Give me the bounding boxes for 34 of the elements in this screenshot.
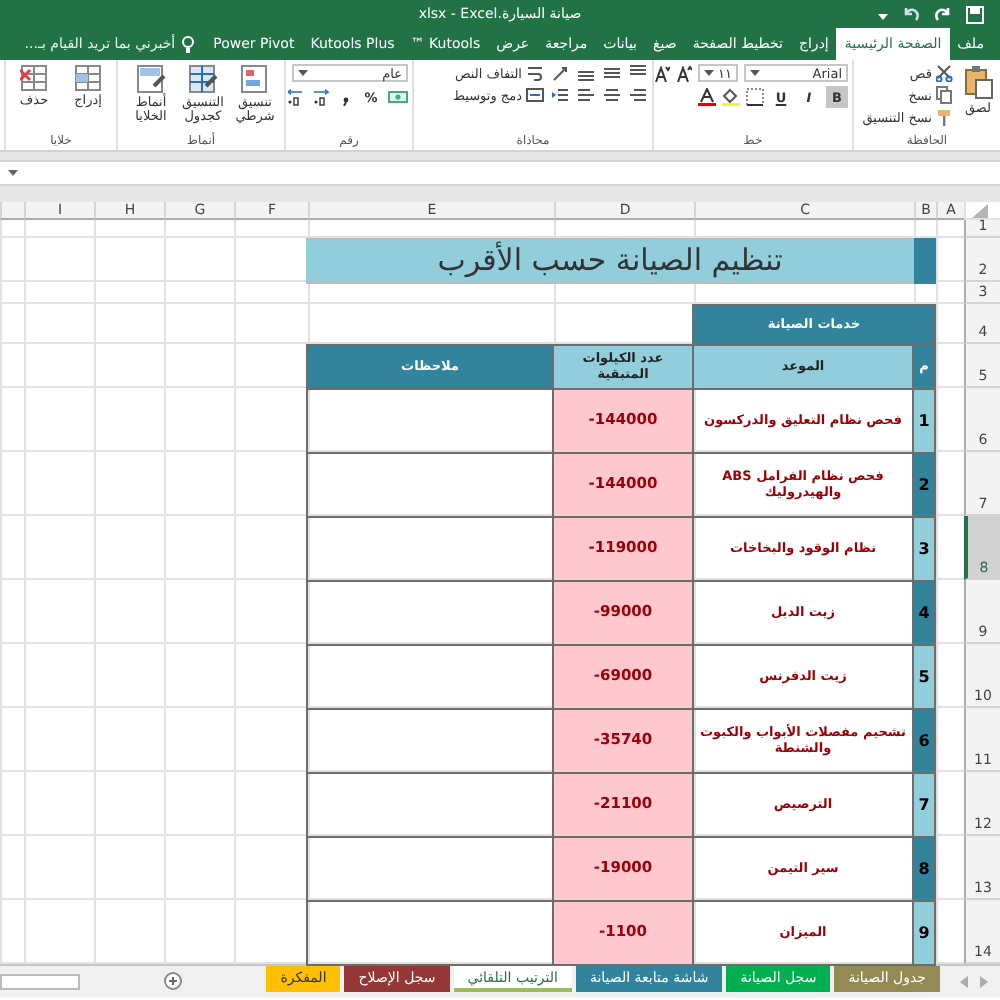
- fill-color-icon[interactable]: [722, 88, 740, 106]
- redo-icon[interactable]: [934, 5, 952, 23]
- align-middle-icon[interactable]: [602, 64, 622, 82]
- copy-icon: [936, 86, 954, 104]
- sheet-title: تنظيم الصيانة حسب الأقرب: [306, 238, 914, 284]
- font-color-icon[interactable]: [698, 88, 716, 106]
- align-right-icon[interactable]: [628, 86, 648, 104]
- decrease-decimal-icon[interactable]: [286, 88, 306, 106]
- borders-icon[interactable]: [746, 88, 764, 106]
- grow-font-icon[interactable]: [676, 65, 692, 81]
- scissors-icon: [936, 64, 954, 82]
- save-icon[interactable]: [966, 5, 984, 23]
- lightbulb-icon: [181, 35, 194, 53]
- row-number-cell: 9: [912, 900, 936, 966]
- caret-icon: [750, 69, 760, 77]
- notes-cell[interactable]: [306, 900, 554, 966]
- increase-decimal-icon[interactable]: [312, 88, 332, 106]
- expand-caret-icon[interactable]: [8, 169, 18, 177]
- indent-icon[interactable]: [550, 86, 570, 104]
- caret-icon: [704, 69, 714, 77]
- align-center-icon[interactable]: [602, 86, 622, 104]
- caret-icon: [298, 69, 308, 77]
- merge-icon: [526, 86, 544, 104]
- orientation-icon[interactable]: [550, 64, 570, 82]
- align-left-icon[interactable]: [576, 86, 596, 104]
- add-sheet-icon[interactable]: [164, 972, 183, 990]
- shrink-font-icon[interactable]: [654, 65, 670, 81]
- horizontal-scrollbar[interactable]: [0, 974, 80, 990]
- currency-icon[interactable]: [388, 88, 408, 106]
- brush-icon: [936, 108, 954, 126]
- undo-icon[interactable]: [902, 5, 920, 23]
- title-accent-bar: [912, 238, 936, 284]
- table-style-icon: [188, 64, 218, 94]
- wrap-text-icon: [526, 64, 544, 82]
